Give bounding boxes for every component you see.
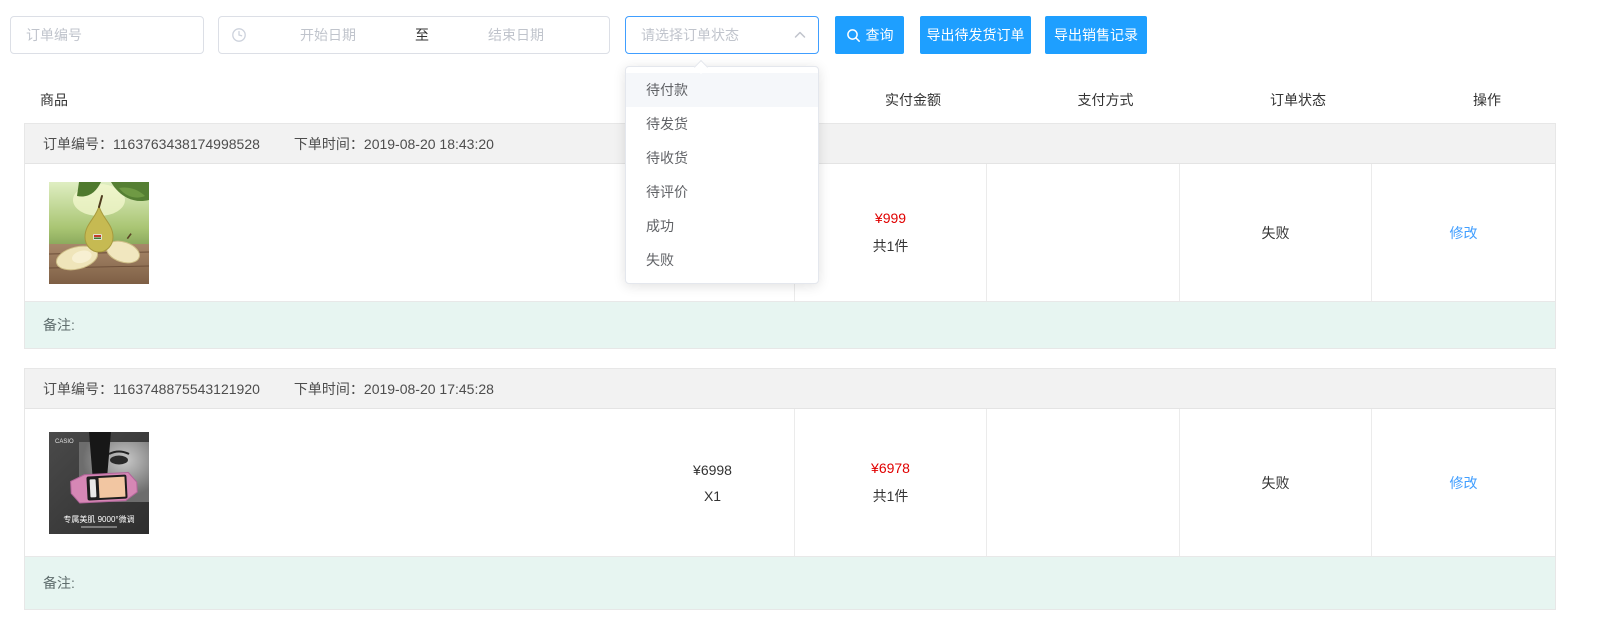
- start-date-placeholder[interactable]: 开始日期: [247, 25, 409, 45]
- action-cell: 修改: [1371, 409, 1555, 556]
- remark-label: 备注:: [43, 315, 75, 335]
- status-option-pending-receipt[interactable]: 待收货: [626, 141, 818, 175]
- export-sales-records-button[interactable]: 导出销售记录: [1045, 16, 1147, 54]
- product-image-pear: [49, 182, 149, 284]
- order-status-cell: 失败: [1179, 164, 1371, 301]
- clock-icon: [231, 27, 247, 43]
- end-date-placeholder[interactable]: 结束日期: [435, 25, 597, 45]
- status-option-failed[interactable]: 失败: [626, 243, 818, 277]
- order-time-value: 2019-08-20 17:45:28: [364, 381, 494, 397]
- paid-amount: ¥6978: [871, 460, 910, 476]
- chevron-up-icon: [794, 31, 806, 39]
- remark-row: 备注:: [25, 302, 1555, 348]
- remark-row: 备注:: [25, 557, 1555, 609]
- column-header-paid-amount: 实付金额: [817, 90, 1009, 110]
- paid-amount: ¥999: [875, 210, 906, 226]
- date-range-separator: 至: [409, 25, 435, 45]
- export-pending-shipment-button[interactable]: 导出待发货订单: [920, 16, 1031, 54]
- search-button[interactable]: 查询: [835, 16, 904, 54]
- status-dropdown-panel: 待付款 待发货 待收货 待评价 成功 失败: [625, 66, 819, 284]
- order-status: 失败: [1262, 223, 1290, 243]
- paid-count: 共1件: [873, 236, 909, 256]
- product-image-caption: 专属美肌 9000°微调: [63, 514, 134, 524]
- remark-label: 备注:: [43, 573, 75, 593]
- dropdown-arrow: [694, 60, 708, 74]
- order-status-cell: 失败: [1179, 409, 1371, 556]
- column-header-order-status: 订单状态: [1202, 90, 1394, 110]
- order-status: 失败: [1262, 473, 1290, 493]
- product-cell: [25, 164, 631, 301]
- unit-price: ¥6998: [693, 462, 732, 478]
- product-cell: CASIO 专属美肌 9000°微调: [25, 409, 631, 556]
- product-image-brand-text: CASIO: [55, 439, 74, 445]
- order-card: 订单编号：1163748875543121920 下单时间：2019-08-20 …: [24, 368, 1556, 610]
- modify-link[interactable]: 修改: [1450, 223, 1478, 243]
- column-header-action: 操作: [1394, 90, 1580, 110]
- paid-count: 共1件: [873, 486, 909, 506]
- action-cell: 修改: [1371, 164, 1555, 301]
- quantity: X1: [704, 488, 721, 504]
- payment-method-cell: [986, 164, 1179, 301]
- order-header-bar: 订单编号：1163748875543121920 下单时间：2019-08-20 …: [25, 369, 1555, 409]
- paid-amount-cell: ¥999 共1件: [794, 164, 986, 301]
- status-option-pending-review[interactable]: 待评价: [626, 175, 818, 209]
- order-time-label: 下单时间：: [294, 381, 364, 397]
- unit-price-cell: ¥6998 X1: [631, 409, 794, 556]
- search-button-label: 查询: [866, 25, 894, 45]
- search-icon: [846, 28, 861, 43]
- status-option-success[interactable]: 成功: [626, 209, 818, 243]
- order-time-value: 2019-08-20 18:43:20: [364, 136, 494, 152]
- order-number-label: 订单编号：: [43, 381, 113, 397]
- order-management-page: 开始日期 至 结束日期 请选择订单状态 查询 导出待发货订单 导出销售记录 商品…: [0, 0, 1603, 621]
- column-header-payment-method: 支付方式: [1009, 90, 1202, 110]
- order-number-input[interactable]: [10, 16, 204, 54]
- order-number-value: 1163763438174998528: [113, 136, 260, 152]
- paid-amount-cell: ¥6978 共1件: [794, 409, 986, 556]
- date-range-picker[interactable]: 开始日期 至 结束日期: [218, 16, 610, 54]
- order-status-select[interactable]: 请选择订单状态: [625, 16, 819, 54]
- order-number-value: 1163748875543121920: [113, 381, 260, 397]
- order-status-select-placeholder: 请选择订单状态: [641, 25, 794, 45]
- payment-method-cell: [986, 409, 1179, 556]
- order-number-label: 订单编号：: [43, 136, 113, 152]
- status-option-pending-payment[interactable]: 待付款: [626, 73, 818, 107]
- product-image-camera: CASIO 专属美肌 9000°微调: [49, 432, 149, 534]
- modify-link[interactable]: 修改: [1450, 473, 1478, 493]
- order-time-label: 下单时间：: [294, 136, 364, 152]
- status-option-pending-shipment[interactable]: 待发货: [626, 107, 818, 141]
- column-header-product: 商品: [40, 90, 68, 110]
